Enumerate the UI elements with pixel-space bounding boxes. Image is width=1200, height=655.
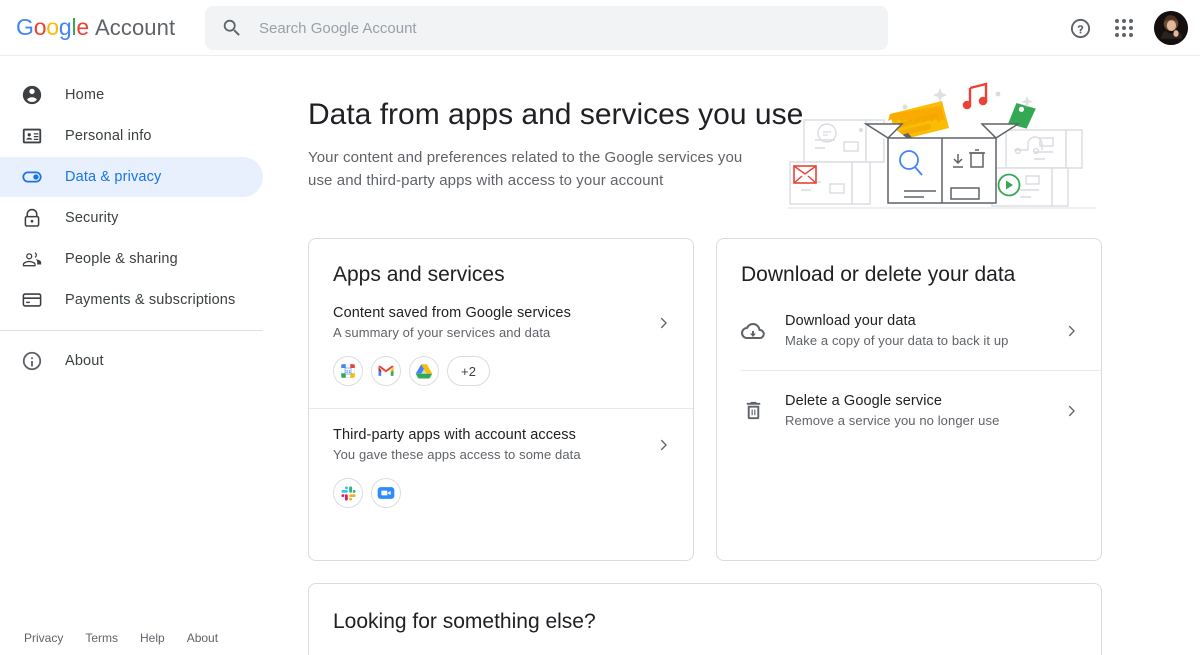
trash-icon xyxy=(741,399,765,423)
sidebar-item-label: Data & privacy xyxy=(65,169,161,185)
grid-dots xyxy=(1115,19,1133,37)
footer-link-help[interactable]: Help xyxy=(140,631,165,645)
row-title: Content saved from Google services xyxy=(333,305,653,321)
open-box-with-data-icons-illustration xyxy=(782,78,1102,218)
page-subtitle: Your content and preferences related to … xyxy=(308,146,758,192)
header-actions xyxy=(1060,0,1188,56)
apps-card-title: Apps and services xyxy=(309,239,693,287)
row-subtitle: A summary of your services and data xyxy=(333,325,653,340)
sidebar-item-label: Payments & subscriptions xyxy=(65,292,235,308)
sidebar-item-about[interactable]: About xyxy=(0,341,263,381)
google-calendar-icon[interactable]: 31 xyxy=(333,356,363,386)
zoom-icon[interactable] xyxy=(371,478,401,508)
download-or-delete-card: Download or delete your data Download yo… xyxy=(716,238,1102,561)
sidebar-item-label: People & sharing xyxy=(65,251,178,267)
sidebar-item-personal-info[interactable]: Personal info xyxy=(0,116,263,156)
download-your-data-row[interactable]: Download your data Make a copy of your d… xyxy=(717,287,1101,370)
footer-links: Privacy Terms Help About xyxy=(24,631,218,645)
third-party-apps-row[interactable]: Third-party apps with account access You… xyxy=(309,409,693,462)
chevron-right-icon xyxy=(653,435,673,455)
sidebar-item-home[interactable]: Home xyxy=(0,75,263,115)
product-name: Account xyxy=(95,15,175,41)
content-saved-row[interactable]: Content saved from Google services A sum… xyxy=(309,287,693,340)
google-service-chips: 31 xyxy=(309,340,693,408)
people-icon xyxy=(20,247,44,271)
sidebar-item-people-sharing[interactable]: People & sharing xyxy=(0,239,263,279)
row-subtitle: Make a copy of your data to back it up xyxy=(785,333,1061,348)
more-apps-chip[interactable]: +2 xyxy=(447,356,490,386)
toggle-switch-icon xyxy=(20,165,44,189)
sidebar-item-label: Personal info xyxy=(65,128,152,144)
credit-card-icon xyxy=(20,288,44,312)
google-apps-grid-icon[interactable] xyxy=(1104,8,1144,48)
more-apps-label: +2 xyxy=(448,364,489,379)
data-card-title: Download or delete your data xyxy=(717,239,1101,287)
svg-text:31: 31 xyxy=(345,369,351,375)
help-icon[interactable] xyxy=(1060,8,1100,48)
sidebar-divider xyxy=(0,330,263,331)
sidebar-item-label: About xyxy=(65,353,104,369)
search-bar[interactable] xyxy=(205,6,888,50)
row-title: Third-party apps with account access xyxy=(333,427,653,443)
looking-for-something-else-card: Looking for something else? xyxy=(308,583,1102,655)
lock-icon xyxy=(20,206,44,230)
footer-link-privacy[interactable]: Privacy xyxy=(24,631,63,645)
search-icon xyxy=(221,17,243,39)
home-person-icon xyxy=(20,83,44,107)
row-title: Download your data xyxy=(785,313,1061,329)
chevron-right-icon xyxy=(1061,401,1081,421)
apps-and-services-card: Apps and services Content saved from Goo… xyxy=(308,238,694,561)
sidebar-item-label: Security xyxy=(65,210,119,226)
brand-logo[interactable]: Google Account xyxy=(16,14,175,41)
footer-link-about[interactable]: About xyxy=(187,631,218,645)
personal-info-card-icon xyxy=(20,124,44,148)
cloud-download-icon xyxy=(741,319,765,343)
account-avatar[interactable] xyxy=(1154,11,1188,45)
cards-row: Apps and services Content saved from Goo… xyxy=(263,238,1200,561)
top-header: Google Account xyxy=(0,0,1200,56)
sidebar-item-data-privacy[interactable]: Data & privacy xyxy=(0,157,263,197)
search-input[interactable] xyxy=(257,19,857,38)
delete-google-service-row[interactable]: Delete a Google service Remove a service… xyxy=(717,371,1101,450)
sidebar-item-label: Home xyxy=(65,87,104,103)
google-logo: Google xyxy=(16,14,89,41)
sidebar-item-payments-subscriptions[interactable]: Payments & subscriptions xyxy=(0,280,263,320)
main-content: Data from apps and services you use Your… xyxy=(263,56,1200,655)
hero-section: Data from apps and services you use Your… xyxy=(263,56,1200,238)
row-title: Delete a Google service xyxy=(785,393,1061,409)
third-party-app-chips xyxy=(309,462,693,530)
sidebar-item-security[interactable]: Security xyxy=(0,198,263,238)
row-subtitle: You gave these apps access to some data xyxy=(333,447,653,462)
bottom-card-title: Looking for something else? xyxy=(309,584,1101,634)
gmail-icon[interactable] xyxy=(371,356,401,386)
footer-link-terms[interactable]: Terms xyxy=(85,631,118,645)
google-drive-icon[interactable] xyxy=(409,356,439,386)
chevron-right-icon xyxy=(1061,321,1081,341)
sidebar-nav: Home Personal info Data & privacy Security P… xyxy=(0,56,263,655)
info-circle-icon xyxy=(20,349,44,373)
slack-icon[interactable] xyxy=(333,478,363,508)
chevron-right-icon xyxy=(653,313,673,333)
row-subtitle: Remove a service you no longer use xyxy=(785,413,1061,428)
